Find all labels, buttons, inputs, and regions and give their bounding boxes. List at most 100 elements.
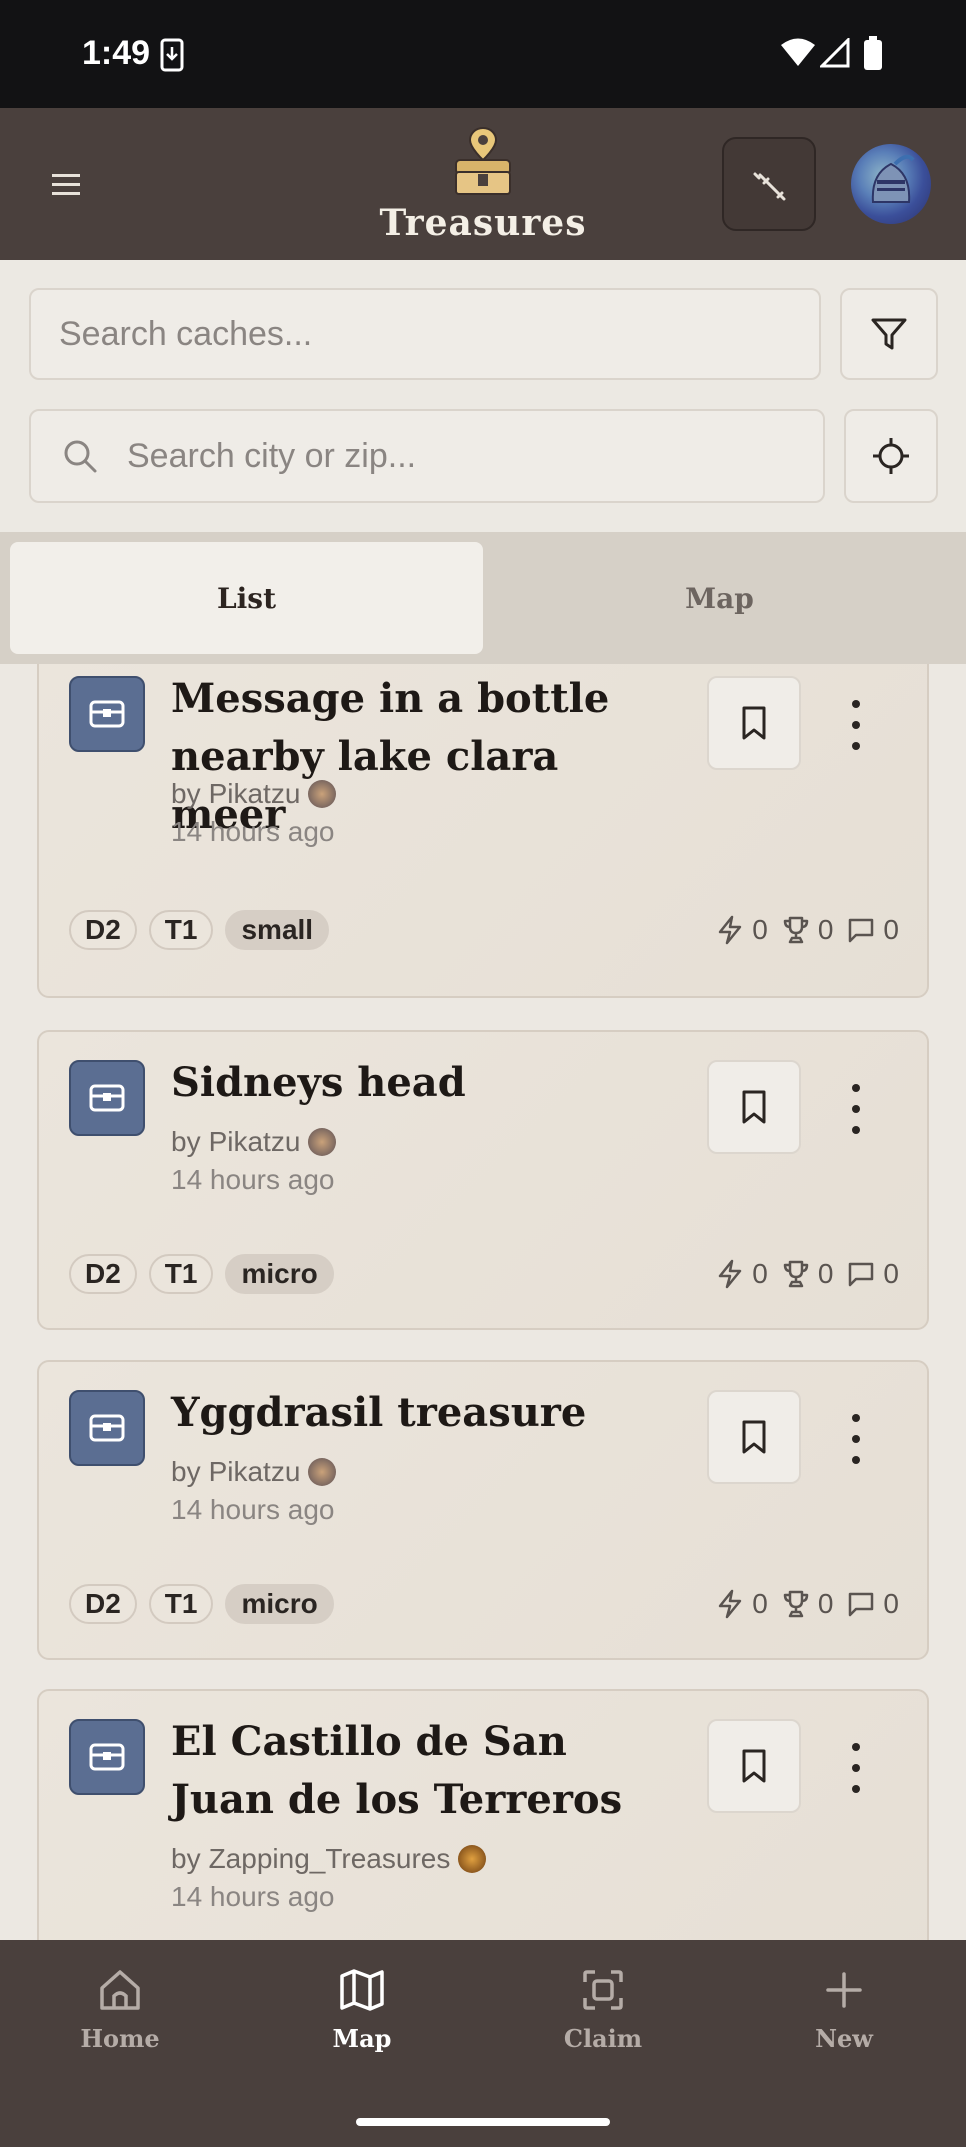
author-avatar — [308, 1458, 337, 1486]
cache-card[interactable]: Yggdrasil treasure by Pikatzu 14 hours a… — [37, 1360, 929, 1660]
cache-card[interactable]: Sidneys head by Pikatzu 14 hours ago D2 … — [37, 1030, 929, 1330]
treasure-chest-icon — [89, 700, 125, 728]
cache-card[interactable]: El Castillo de San Juan de los Terreros … — [37, 1689, 929, 1940]
difficulty-chip: D2 — [69, 910, 137, 950]
author-avatar — [458, 1845, 487, 1873]
difficulty-chip: D2 — [69, 1254, 137, 1294]
size-chip: small — [225, 910, 330, 950]
cache-title[interactable]: Sidneys head — [171, 1054, 681, 1112]
view-tabs: List Map — [0, 532, 966, 664]
difficulty-chip: D2 — [69, 1584, 137, 1624]
cache-title[interactable]: El Castillo de San Juan de los Terreros — [171, 1713, 681, 1829]
flash-count: 0 — [752, 1588, 768, 1619]
comment-count: 0 — [883, 1258, 899, 1289]
comment-icon — [849, 918, 874, 943]
filter-button[interactable] — [840, 288, 938, 380]
signal-icon — [820, 38, 850, 68]
more-options-icon[interactable] — [843, 700, 869, 750]
author-name[interactable]: Pikatzu — [209, 1456, 301, 1488]
comment-icon — [849, 1262, 874, 1287]
comment-count: 0 — [883, 914, 899, 945]
nav-new-label: New — [815, 2024, 873, 2053]
nav-claim[interactable]: Claim — [523, 1966, 683, 2053]
search-city-placeholder: Search city or zip... — [127, 436, 417, 475]
size-chip: micro — [225, 1584, 334, 1624]
cache-stats: 0 0 0 — [716, 1588, 899, 1620]
cache-time: 14 hours ago — [171, 1494, 335, 1525]
bookmark-button[interactable] — [707, 676, 801, 770]
nav-map-label: Map — [332, 2024, 392, 2053]
nav-new[interactable]: New — [764, 1966, 924, 2053]
cache-tags: D2 T1 micro — [69, 1584, 334, 1624]
download-status-icon — [160, 38, 184, 72]
author-avatar — [308, 1128, 337, 1156]
author-name[interactable]: Pikatzu — [209, 778, 301, 810]
cache-type-badge — [69, 676, 145, 752]
sword-icon — [753, 172, 786, 201]
flash-stat: 0 — [716, 914, 768, 946]
cache-title[interactable]: Yggdrasil treasure — [171, 1384, 681, 1442]
home-icon — [100, 1970, 140, 2010]
trophy-icon — [783, 1260, 809, 1288]
tab-map[interactable]: Map — [483, 542, 956, 654]
app-header: Treasures — [0, 108, 966, 260]
flash-stat: 0 — [716, 1258, 768, 1290]
treasure-chest-icon — [89, 1084, 125, 1112]
more-options-icon[interactable] — [843, 1743, 869, 1793]
cache-author: by Pikatzu — [171, 1126, 337, 1158]
user-avatar[interactable] — [851, 144, 931, 224]
bookmark-button[interactable] — [707, 1719, 801, 1813]
author-name[interactable]: Pikatzu — [209, 1126, 301, 1158]
cache-time: 14 hours ago — [171, 1164, 335, 1195]
author-name[interactable]: Zapping_Treasures — [209, 1843, 451, 1875]
bookmark-button[interactable] — [707, 1060, 801, 1154]
bookmark-icon — [742, 1420, 766, 1454]
scan-icon — [583, 1970, 623, 2010]
cache-tags: D2 T1 small — [69, 910, 330, 950]
flash-count: 0 — [752, 914, 768, 945]
terrain-chip: T1 — [148, 1254, 214, 1294]
status-time: 1:49 — [82, 34, 151, 72]
more-options-icon[interactable] — [843, 1414, 869, 1464]
more-options-icon[interactable] — [843, 1084, 869, 1134]
locate-me-button[interactable] — [844, 409, 938, 503]
author-prefix: by — [171, 1456, 201, 1487]
terrain-chip: T1 — [148, 910, 214, 950]
comment-stat: 0 — [847, 1258, 899, 1290]
sword-button[interactable] — [722, 137, 816, 231]
cache-type-badge — [69, 1390, 145, 1466]
nav-map[interactable]: Map — [282, 1966, 442, 2053]
cache-card[interactable]: Message in a bottle nearby lake clara me… — [37, 664, 929, 998]
trophy-icon — [783, 916, 809, 944]
plus-icon — [826, 1972, 862, 2008]
gesture-home-bar[interactable] — [356, 2118, 610, 2126]
search-caches-input[interactable]: Search caches... — [29, 288, 821, 380]
search-city-field[interactable]: Search city or zip... — [29, 409, 825, 503]
trophy-count: 0 — [817, 1258, 834, 1289]
nav-home[interactable]: Home — [40, 1966, 200, 2053]
cache-author: by Pikatzu — [171, 778, 337, 810]
cache-tags: D2 T1 micro — [69, 1254, 334, 1294]
lightning-icon — [719, 915, 742, 945]
size-chip: micro — [225, 1254, 334, 1294]
trophy-count: 0 — [817, 914, 834, 945]
cache-type-badge — [69, 1060, 145, 1136]
filter-icon — [871, 318, 907, 350]
battery-icon — [864, 36, 882, 70]
flash-stat: 0 — [716, 1588, 768, 1620]
bookmark-icon — [742, 1749, 766, 1783]
trophy-icon — [783, 1590, 809, 1618]
search-icon — [64, 440, 97, 473]
menu-icon[interactable] — [48, 164, 84, 204]
bottom-navigation: Home Map Claim New — [0, 1940, 966, 2147]
bookmark-icon — [742, 706, 766, 740]
trophy-stat: 0 — [782, 1588, 834, 1620]
tab-list[interactable]: List — [10, 542, 483, 654]
flash-count: 0 — [752, 1258, 768, 1289]
comment-stat: 0 — [847, 914, 899, 946]
map-icon — [340, 1969, 384, 2011]
bookmark-button[interactable] — [707, 1390, 801, 1484]
trophy-count: 0 — [817, 1588, 834, 1619]
cache-list: Message in a bottle nearby lake clara me… — [0, 664, 966, 1940]
treasure-chest-icon — [89, 1743, 125, 1771]
